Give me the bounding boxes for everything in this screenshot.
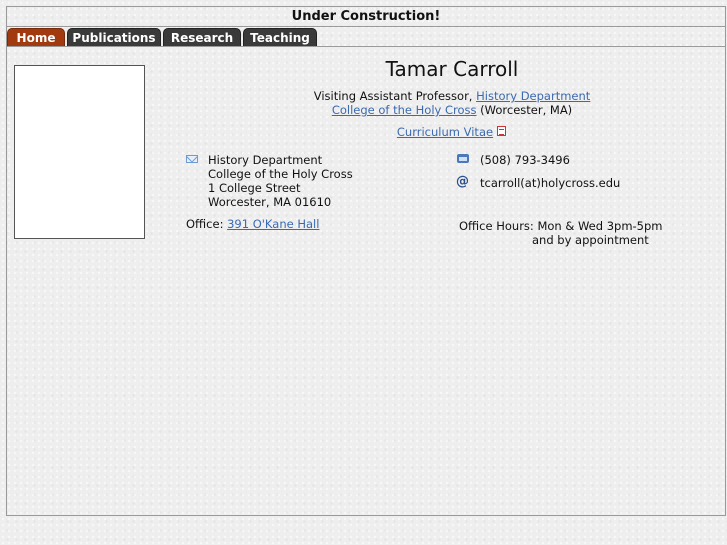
tab-home[interactable]: Home [7, 28, 65, 47]
cv-line: Curriculum Vitae [187, 125, 717, 139]
profile-photo [14, 65, 145, 239]
office-hours-line: Office Hours: Mon & Wed 3pm-5pm [459, 219, 663, 233]
position-line: Visiting Assistant Professor, History De… [187, 89, 717, 103]
college-link[interactable]: College of the Holy Cross [332, 103, 477, 117]
office-hours-line: and by appointment [532, 233, 649, 247]
tabs-divider [7, 46, 725, 47]
address-line: 1 College Street [208, 181, 301, 195]
email-address: tcarroll(at)holycross.edu [480, 176, 621, 190]
address-line: History Department [208, 153, 323, 167]
pdf-icon[interactable] [497, 126, 507, 137]
office-location: Office: 391 O'Kane Hall [186, 217, 319, 231]
email-at-icon: @ [456, 174, 469, 189]
history-department-link[interactable]: History Department [476, 89, 590, 103]
address-line: College of the Holy Cross [208, 167, 353, 181]
tab-teaching[interactable]: Teaching [243, 28, 317, 47]
phone-number: (508) 793-3496 [480, 153, 570, 167]
office-room-link[interactable]: 391 O'Kane Hall [227, 217, 319, 231]
phone-icon [457, 154, 469, 163]
mail-icon [186, 155, 198, 163]
page-title: Tamar Carroll [385, 57, 519, 81]
position-title: Visiting Assistant Professor, [313, 89, 477, 103]
address-line: Worcester, MA 01610 [208, 195, 332, 209]
college-line: College of the Holy Cross (Worcester, MA… [187, 103, 717, 117]
tab-publications[interactable]: Publications [67, 28, 161, 47]
page-frame: Under Construction! Home Publications Re… [6, 6, 726, 516]
office-hours: Office Hours: Mon & Wed 3pm-5pm and by a… [459, 219, 663, 247]
location-text: (Worcester, MA) [476, 103, 573, 117]
mailing-address: History Department College of the Holy C… [208, 153, 353, 209]
office-label: Office: [186, 217, 228, 231]
tab-research[interactable]: Research [163, 28, 241, 47]
curriculum-vitae-link[interactable]: Curriculum Vitae [397, 125, 493, 139]
under-construction-banner: Under Construction! [7, 7, 725, 27]
